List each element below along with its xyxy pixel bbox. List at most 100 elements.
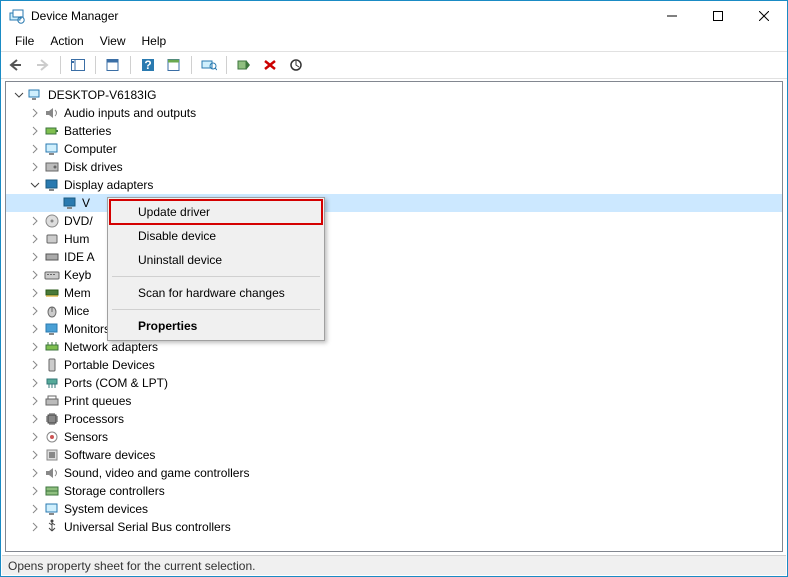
sensor-icon	[44, 429, 60, 445]
chevron-down-icon[interactable]	[28, 178, 42, 192]
help-button[interactable]: ?	[136, 54, 160, 76]
tree-item-label: Keyb	[64, 268, 91, 282]
toolbar-separator	[191, 56, 192, 74]
tree-item-processors[interactable]: Processors	[6, 410, 782, 428]
tree-item-system[interactable]: System devices	[6, 500, 782, 518]
chevron-right-icon[interactable]	[28, 358, 42, 372]
chevron-right-icon[interactable]	[28, 304, 42, 318]
chevron-right-icon[interactable]	[28, 286, 42, 300]
ctx-separator	[112, 276, 320, 277]
back-button[interactable]	[5, 54, 29, 76]
tree-item-print[interactable]: Print queues	[6, 392, 782, 410]
chevron-right-icon[interactable]	[28, 106, 42, 120]
app-icon	[9, 8, 25, 24]
tree-item-software[interactable]: Software devices	[6, 446, 782, 464]
tree-item-disk[interactable]: Disk drives	[6, 158, 782, 176]
chevron-right-icon[interactable]	[28, 232, 42, 246]
tree-item-portable[interactable]: Portable Devices	[6, 356, 782, 374]
ctx-uninstall-device[interactable]: Uninstall device	[110, 248, 322, 272]
context-menu: Update driver Disable device Uninstall d…	[107, 197, 325, 341]
chevron-right-icon[interactable]	[28, 430, 42, 444]
action2-button[interactable]	[162, 54, 186, 76]
ctx-separator	[112, 309, 320, 310]
audio-icon	[44, 105, 60, 121]
chevron-down-icon[interactable]	[12, 88, 26, 102]
menu-help[interactable]: Help	[134, 32, 175, 50]
tree-item-label: Network adapters	[64, 340, 158, 354]
tree-item-label: DVD/	[64, 214, 93, 228]
tree-item-batteries[interactable]: Batteries	[6, 122, 782, 140]
chevron-right-icon[interactable]	[28, 466, 42, 480]
chevron-right-icon[interactable]	[28, 160, 42, 174]
computer-icon	[44, 141, 60, 157]
status-text: Opens property sheet for the current sel…	[8, 559, 255, 573]
uninstall-button[interactable]	[258, 54, 282, 76]
menu-file[interactable]: File	[7, 32, 42, 50]
toolbar-separator	[60, 56, 61, 74]
chevron-right-icon[interactable]	[28, 142, 42, 156]
ide-icon	[44, 249, 60, 265]
network-icon	[44, 339, 60, 355]
menu-action[interactable]: Action	[42, 32, 91, 50]
properties-button[interactable]	[101, 54, 125, 76]
toolbar-separator	[226, 56, 227, 74]
tree-item-label: Ports (COM & LPT)	[64, 376, 168, 390]
ctx-properties[interactable]: Properties	[110, 314, 322, 338]
tree-item-ports[interactable]: Ports (COM & LPT)	[6, 374, 782, 392]
tree-item-label: Storage controllers	[64, 484, 165, 498]
menu-view[interactable]: View	[92, 32, 134, 50]
maximize-button[interactable]	[695, 1, 741, 31]
printer-icon	[44, 393, 60, 409]
svg-text:?: ?	[144, 58, 151, 72]
update-button[interactable]	[284, 54, 308, 76]
minimize-button[interactable]	[649, 1, 695, 31]
scan-button[interactable]	[197, 54, 221, 76]
chevron-right-icon[interactable]	[28, 484, 42, 498]
keyboard-icon	[44, 267, 60, 283]
tree-item-storage[interactable]: Storage controllers	[6, 482, 782, 500]
show-hide-tree-button[interactable]	[66, 54, 90, 76]
chevron-right-icon[interactable]	[28, 214, 42, 228]
tree-item-sound[interactable]: Sound, video and game controllers	[6, 464, 782, 482]
tree-item-computer[interactable]: Computer	[6, 140, 782, 158]
tree-root-label: DESKTOP-V6183IG	[48, 88, 157, 102]
tree-item-label: System devices	[64, 502, 148, 516]
chevron-right-icon[interactable]	[28, 412, 42, 426]
tree-item-audio[interactable]: Audio inputs and outputs	[6, 104, 782, 122]
chevron-right-icon[interactable]	[28, 394, 42, 408]
tree-item-sensors[interactable]: Sensors	[6, 428, 782, 446]
chevron-right-icon[interactable]	[28, 322, 42, 336]
computer-icon	[28, 87, 44, 103]
ctx-update-driver[interactable]: Update driver	[110, 200, 322, 224]
tree-item-usb[interactable]: Universal Serial Bus controllers	[6, 518, 782, 536]
ctx-disable-device[interactable]: Disable device	[110, 224, 322, 248]
tree-item-label: Batteries	[64, 124, 111, 138]
chevron-right-icon[interactable]	[28, 250, 42, 264]
forward-button[interactable]	[31, 54, 55, 76]
tree-item-label: Monitors	[64, 322, 110, 336]
enable-button[interactable]	[232, 54, 256, 76]
tree-item-display[interactable]: Display adapters	[6, 176, 782, 194]
mouse-icon	[44, 303, 60, 319]
memory-icon	[44, 285, 60, 301]
chevron-right-icon[interactable]	[28, 520, 42, 534]
ctx-scan[interactable]: Scan for hardware changes	[110, 281, 322, 305]
chevron-right-icon[interactable]	[28, 502, 42, 516]
port-icon	[44, 375, 60, 391]
close-button[interactable]	[741, 1, 787, 31]
tree-root[interactable]: DESKTOP-V6183IG	[6, 86, 782, 104]
tree-item-label: Software devices	[64, 448, 155, 462]
chevron-right-icon[interactable]	[28, 448, 42, 462]
tree-item-label: Processors	[64, 412, 124, 426]
menubar: File Action View Help	[1, 31, 787, 51]
tree-item-label: Portable Devices	[64, 358, 155, 372]
chevron-right-icon[interactable]	[28, 124, 42, 138]
titlebar: Device Manager	[1, 1, 787, 31]
window-title: Device Manager	[31, 9, 649, 23]
chevron-right-icon[interactable]	[28, 340, 42, 354]
chevron-right-icon[interactable]	[28, 376, 42, 390]
chevron-right-icon[interactable]	[28, 268, 42, 282]
sound-icon	[44, 465, 60, 481]
cpu-icon	[44, 411, 60, 427]
toolbar: ?	[1, 51, 787, 79]
